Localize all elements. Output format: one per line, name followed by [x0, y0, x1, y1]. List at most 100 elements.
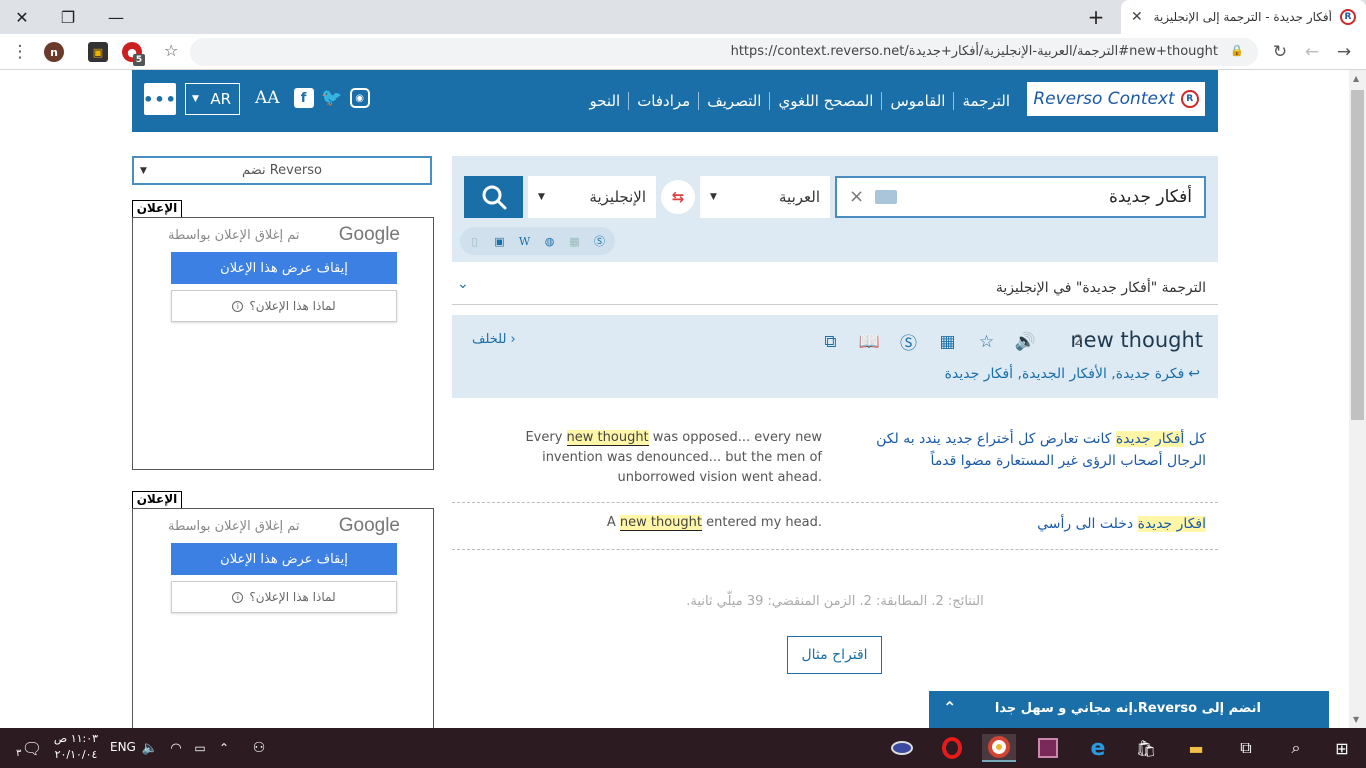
lock-icon[interactable]: 🔒: [1230, 44, 1244, 57]
chevron-up-icon[interactable]: ⌃: [943, 698, 956, 717]
wikipedia-icon[interactable]: W: [516, 233, 533, 250]
app-icon[interactable]: [888, 734, 916, 762]
example-source[interactable]: كل أفكار جديدة كانت تعارض كل أختراع جديد…: [851, 428, 1206, 472]
file-explorer-icon[interactable]: ▬: [1182, 734, 1210, 762]
google-logo: Google: [338, 224, 400, 245]
search-button[interactable]: [464, 176, 523, 218]
nav-grammar[interactable]: النحو: [581, 92, 628, 110]
browser-menu-icon[interactable]: ⋮: [6, 38, 34, 66]
related-links[interactable]: فكرة جديدة, الأفكار الجديدة, أفكار جديدة: [945, 366, 1185, 382]
page-scrollbar[interactable]: ▲ ▼: [1349, 70, 1366, 728]
close-window-icon[interactable]: ✕: [0, 0, 44, 34]
globe-icon[interactable]: ◍: [541, 233, 558, 250]
scroll-up-icon[interactable]: ▲: [1353, 74, 1359, 83]
chevron-down-icon[interactable]: ⌄: [457, 276, 469, 292]
task-view-icon[interactable]: ⧉: [1232, 734, 1260, 762]
image-icon[interactable]: ▣: [491, 233, 508, 250]
search-input[interactable]: أفكار جديدة ×: [835, 176, 1206, 218]
notification-count: ٣: [16, 748, 22, 759]
grid-icon[interactable]: ▦: [566, 233, 583, 250]
show-hidden-icons[interactable]: ⌃: [214, 734, 234, 762]
windows-start-icon[interactable]: ⊞: [1328, 734, 1356, 762]
ui-language-select[interactable]: ▼ AR: [185, 83, 240, 115]
example-source[interactable]: افكار جديدة دخلت الى رأسي: [851, 513, 1206, 535]
example-source-text: دخلت الى رأسي: [1037, 516, 1138, 532]
synonyms-icon[interactable]: Ⓢ: [898, 331, 919, 354]
nav-conjugation[interactable]: التصريف: [698, 92, 769, 110]
extension-icon[interactable]: ▣: [88, 42, 108, 62]
info-icon: i: [232, 591, 244, 603]
store-icon[interactable]: 🛍: [1132, 734, 1160, 762]
reverso-favicon-icon: R: [1340, 9, 1356, 25]
translation-word[interactable]: new thought: [1070, 328, 1203, 352]
nav-dictionary[interactable]: القاموس: [881, 92, 953, 110]
scrollbar-thumb[interactable]: [1351, 90, 1364, 420]
example-row: كل أفكار جديدة كانت تعارض كل أختراع جديد…: [452, 418, 1218, 503]
example-row: افكار جديدة دخلت الى رأسي A new thought …: [452, 503, 1218, 550]
search-icon[interactable]: ⌕: [1282, 734, 1310, 762]
chrome-icon[interactable]: [982, 734, 1016, 762]
winrar-icon[interactable]: [1034, 734, 1062, 762]
bookmark-star-icon[interactable]: ☆: [164, 41, 178, 60]
join-banner[interactable]: انضم إلى Reverso.إنه مجاني و سهل جدا ⌃: [929, 691, 1329, 728]
clock-date: ٢٠/١٠/٠٤: [54, 748, 98, 761]
address-bar[interactable]: ☆ https://context.reverso.net/الترجمة/ال…: [164, 38, 1258, 66]
minimize-window-icon[interactable]: —: [94, 0, 138, 34]
example-target[interactable]: A new thought entered my head.: [464, 513, 822, 533]
join-reverso-select[interactable]: ▼ نضم Reverso: [132, 156, 432, 185]
restore-window-icon[interactable]: ❐: [46, 0, 90, 34]
example-target-text: entered my head.: [702, 515, 822, 530]
wifi-icon[interactable]: ◠: [166, 734, 186, 762]
internet-explorer-icon[interactable]: e: [1084, 734, 1112, 762]
back-arrow-icon[interactable]: →: [1330, 38, 1358, 66]
source-language-value: العربية: [779, 188, 820, 206]
synonyms-icon[interactable]: Ⓢ: [591, 233, 608, 250]
target-language-select[interactable]: الإنجليزية ▼: [528, 176, 656, 218]
browser-tab-strip: ✕ ❐ — + R أفكار جديدة - الترجمة إلى الإن…: [0, 0, 1366, 34]
close-tab-icon[interactable]: ✕: [1131, 9, 1143, 25]
dictionary-icon[interactable]: 📖: [859, 331, 880, 352]
speaker-icon[interactable]: 🔊: [1015, 331, 1036, 352]
conjugation-grid-icon[interactable]: ▦: [937, 331, 958, 352]
battery-icon[interactable]: ▭: [190, 734, 210, 762]
reload-icon[interactable]: ↻: [1266, 38, 1294, 66]
translation-heading: الترجمة "أفكار جديدة" في الإنجليزية ⌄: [452, 270, 1218, 305]
taskbar-clock[interactable]: ١١:٠٣ ص ٢٠/١٠/٠٤: [52, 731, 100, 763]
forward-arrow-icon[interactable]: ←: [1298, 38, 1326, 66]
why-this-ad-button[interactable]: لماذا هذا الإعلان؟ i: [171, 290, 397, 322]
more-menu-button[interactable]: •••: [143, 83, 176, 115]
people-icon[interactable]: ⚇: [248, 734, 270, 762]
example-target[interactable]: Every new thought was opposed... every n…: [464, 428, 822, 488]
browser-tab[interactable]: R أفكار جديدة - الترجمة إلى الإنجليزية ✕: [1121, 0, 1366, 34]
why-this-ad-button[interactable]: لماذا هذا الإعلان؟ i: [171, 581, 397, 613]
translation-box: new thought 2 ⧉ 📖 Ⓢ ▦ ☆ 🔊 ‹ للخلف ↩ فكرة…: [452, 315, 1218, 398]
opera-icon[interactable]: [938, 734, 966, 762]
target-language-value: الإنجليزية: [589, 188, 646, 206]
favorite-star-icon[interactable]: ☆: [976, 331, 997, 352]
stop-ad-button[interactable]: إيقاف عرض هذا الإعلان: [171, 252, 397, 284]
profile-avatar[interactable]: n: [44, 42, 64, 62]
back-link[interactable]: ‹ للخلف: [472, 332, 516, 347]
twitter-icon[interactable]: 🐦: [321, 88, 342, 108]
copy-icon[interactable]: ⧉: [820, 331, 841, 352]
swap-languages-icon[interactable]: ⇆: [661, 180, 695, 214]
scroll-down-icon[interactable]: ▼: [1353, 715, 1359, 724]
suggest-example-button[interactable]: اقتراح مثال: [787, 636, 882, 674]
nav-spellchecker[interactable]: المصحح اللغوي: [769, 92, 881, 110]
nav-translation[interactable]: الترجمة: [953, 92, 1018, 110]
book-icon[interactable]: ▯: [466, 233, 483, 250]
volume-icon[interactable]: 🔈: [140, 734, 160, 762]
nav-synonyms[interactable]: مرادفات: [628, 92, 698, 110]
font-size-button[interactable]: AA: [255, 88, 280, 108]
stop-ad-button[interactable]: إيقاف عرض هذا الإعلان: [171, 543, 397, 575]
input-language[interactable]: ENG: [110, 740, 136, 754]
new-tab-button[interactable]: +: [1074, 0, 1118, 34]
keyboard-icon[interactable]: [875, 190, 897, 204]
source-language-select[interactable]: العربية ▼: [700, 176, 830, 218]
notifications-icon[interactable]: 🗨: [18, 734, 46, 762]
main-nav: الترجمة القاموس المصحح اللغوي التصريف مر…: [581, 92, 1018, 110]
reverso-logo[interactable]: Reverso Context R: [1027, 82, 1205, 116]
facebook-icon[interactable]: f: [293, 88, 314, 108]
instagram-icon[interactable]: ◉: [349, 88, 370, 108]
clear-icon[interactable]: ×: [849, 186, 864, 207]
